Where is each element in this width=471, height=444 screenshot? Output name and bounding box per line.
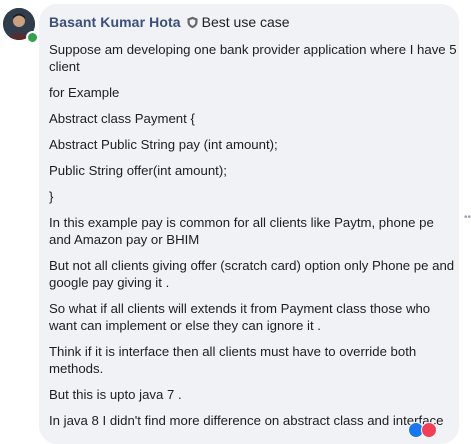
- comment-paragraph: So what if all clients will extends it f…: [49, 301, 431, 333]
- comment-paragraph: Suppose am developing one bank provider …: [49, 42, 457, 74]
- comment-paragraph: Abstract class Payment {: [49, 111, 195, 126]
- more-options-icon[interactable]: •••: [464, 213, 471, 223]
- comment-paragraph: }: [49, 189, 54, 204]
- comment-body: Suppose am developing one bank provider …: [49, 41, 459, 438]
- comment-paragraph: In java 8 I didn't find more difference …: [49, 413, 444, 428]
- comment-paragraph: Public String offer(int amount);: [49, 163, 227, 178]
- comment-paragraph: But this is upto java 7 .: [49, 387, 182, 402]
- comment-paragraph: But not all clients giving offer (scratc…: [49, 258, 455, 290]
- comment-paragraph: Abstract Public String pay (int amount);: [49, 137, 278, 152]
- comment-header: Basant Kumar Hota Best use case: [49, 12, 290, 32]
- shield-badge-icon: [187, 16, 198, 28]
- badge-label: Best use case: [201, 14, 290, 30]
- comment-paragraph: for Example: [49, 85, 120, 100]
- comment-paragraph: In this example pay is common for all cl…: [49, 215, 434, 247]
- reaction-summary[interactable]: [408, 422, 437, 438]
- love-reaction-icon: [421, 422, 437, 438]
- online-status-icon: [26, 31, 39, 44]
- author-name[interactable]: Basant Kumar Hota: [49, 14, 181, 30]
- comment-paragraph: Think if it is interface then all client…: [49, 344, 417, 376]
